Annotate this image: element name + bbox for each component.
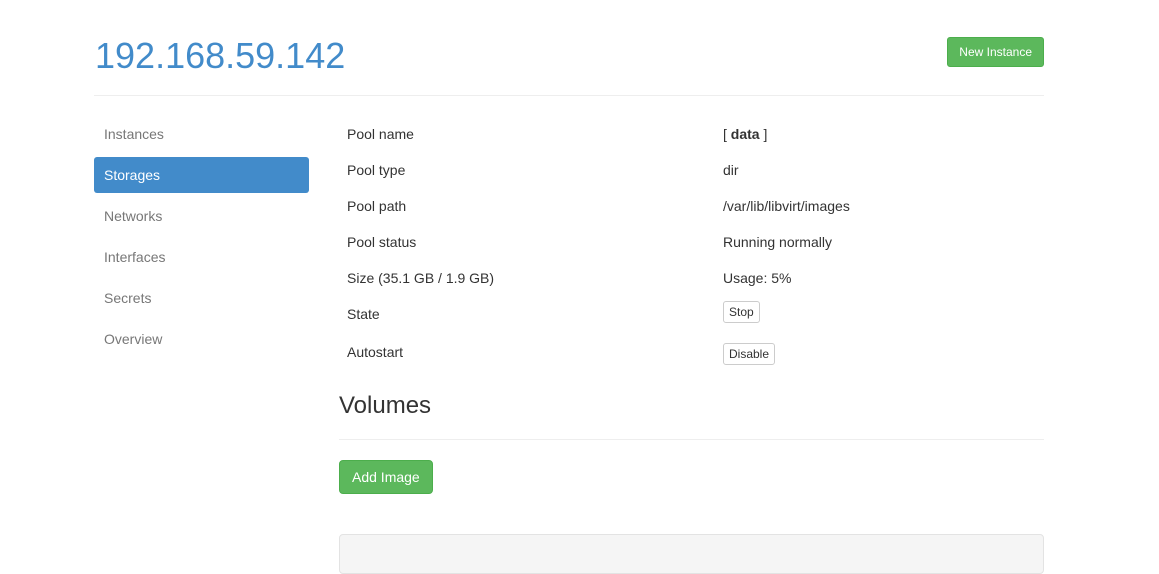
pool-state-row: State Stop xyxy=(339,296,1044,332)
stop-button[interactable]: Stop xyxy=(723,301,760,323)
pool-status-value: Running normally xyxy=(723,234,832,250)
pool-autostart-label: Autostart xyxy=(347,344,404,360)
pool-name-text: data xyxy=(730,126,760,142)
pool-name-value: [ data ] xyxy=(723,126,767,142)
sidebar-item-overview[interactable]: Overview xyxy=(94,321,309,357)
new-instance-button[interactable]: New Instance xyxy=(947,37,1044,67)
volumes-header: Volumes xyxy=(339,380,1044,440)
add-image-button[interactable]: Add Image xyxy=(339,460,433,494)
sidebar-item-instances[interactable]: Instances xyxy=(94,116,309,152)
pool-name-open-bracket: [ xyxy=(723,126,731,142)
pool-name-label: Pool name xyxy=(347,126,414,142)
pool-autostart-row: Autostart Disable xyxy=(339,332,1044,368)
pool-usage-value: Usage: 5% xyxy=(723,270,792,286)
disable-autostart-button[interactable]: Disable xyxy=(723,343,776,365)
pool-type-label: Pool type xyxy=(347,162,406,178)
pool-name-close-bracket: ] xyxy=(759,126,768,142)
sidebar-item-interfaces[interactable]: Interfaces xyxy=(94,239,309,275)
page-header: 192.168.59.142 New Instance xyxy=(94,22,1044,96)
pool-state-label: State xyxy=(347,306,380,322)
storage-details: Pool name [ data ] Pool type dir Pool pa… xyxy=(339,116,1044,574)
volumes-panel xyxy=(339,534,1044,574)
sidebar-item-networks[interactable]: Networks xyxy=(94,198,309,234)
pool-status-row: Pool status Running normally xyxy=(339,224,1044,260)
pool-path-row: Pool path /var/lib/libvirt/images xyxy=(339,188,1044,224)
pool-type-value: dir xyxy=(723,162,739,178)
sidebar-item-secrets[interactable]: Secrets xyxy=(94,280,309,316)
pool-name-row: Pool name [ data ] xyxy=(339,116,1044,152)
pool-status-label: Pool status xyxy=(347,234,417,250)
page-title: 192.168.59.142 xyxy=(95,35,346,76)
pool-size-label: Size (35.1 GB / 1.9 GB) xyxy=(347,270,495,286)
sidebar-item-storages[interactable]: Storages xyxy=(94,157,309,193)
pool-size-row: Size (35.1 GB / 1.9 GB) Usage: 5% xyxy=(339,260,1044,296)
pool-path-value: /var/lib/libvirt/images xyxy=(723,198,850,214)
pool-path-label: Pool path xyxy=(347,198,407,214)
sidebar-nav: Instances Storages Networks Interfaces S… xyxy=(94,116,309,362)
volumes-title: Volumes xyxy=(339,392,432,419)
pool-type-row: Pool type dir xyxy=(339,152,1044,188)
